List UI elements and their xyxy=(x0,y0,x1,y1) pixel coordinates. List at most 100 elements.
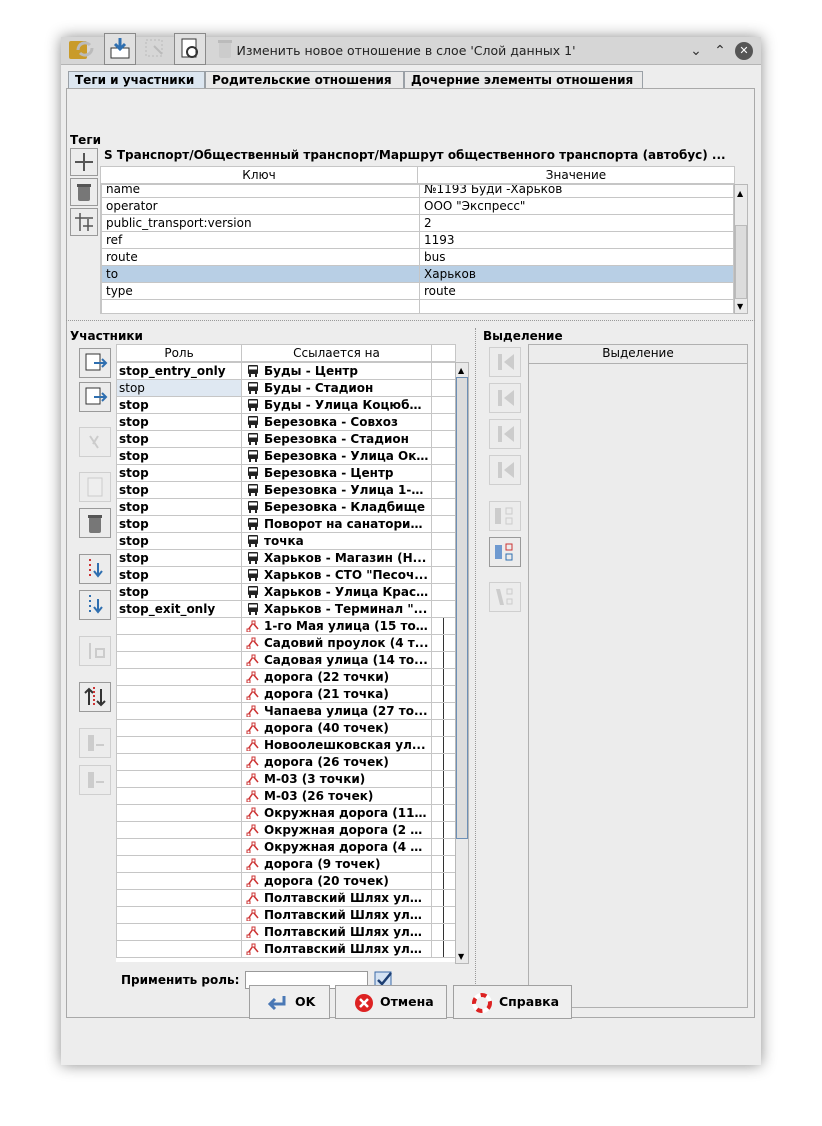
add-at-start-button[interactable] xyxy=(489,347,521,377)
member-role[interactable] xyxy=(116,804,242,822)
sort-button[interactable] xyxy=(79,427,111,457)
tags-scroll-thumb[interactable] xyxy=(735,225,747,299)
member-role[interactable] xyxy=(116,872,242,890)
member-row[interactable]: stop Поворот на санаторий... xyxy=(116,515,455,533)
tag-value[interactable]: 2 xyxy=(419,214,733,232)
members-scrollbar[interactable]: ▲ ▼ xyxy=(455,362,469,964)
tag-value[interactable]: 1193 xyxy=(419,231,733,249)
scroll-down-icon[interactable]: ▼ xyxy=(737,302,743,311)
member-row[interactable]: stop Березовка - Улица Ок... xyxy=(116,447,455,465)
help-button[interactable]: Справка xyxy=(453,985,572,1019)
member-role[interactable]: stop xyxy=(116,481,242,499)
member-reference[interactable]: Харьков - Терминал "... xyxy=(241,600,432,618)
member-reference[interactable]: Новоолешковская ул... xyxy=(241,736,432,754)
member-reference[interactable]: Окружная дорога (4 т... xyxy=(241,838,432,856)
member-row[interactable]: дорога (22 точки) xyxy=(116,668,455,686)
member-role[interactable] xyxy=(116,923,242,941)
member-role[interactable]: stop xyxy=(116,396,242,414)
member-role[interactable] xyxy=(116,736,242,754)
member-reference[interactable]: Березовка - Совхоз xyxy=(241,413,432,431)
member-role[interactable] xyxy=(116,855,242,873)
tag-row[interactable]: ref 1193 xyxy=(101,231,733,249)
add-selected-before-button[interactable] xyxy=(79,728,111,758)
tag-row[interactable]: type route xyxy=(101,282,733,300)
member-reference[interactable]: Чапаева улица (27 то... xyxy=(241,702,432,720)
reverse-order-button[interactable] xyxy=(79,682,111,712)
member-reference[interactable]: Окружная дорога (11 ... xyxy=(241,804,432,822)
move-up-button[interactable] xyxy=(79,348,111,378)
member-reference[interactable]: 1-го Мая улица (15 то... xyxy=(241,617,432,635)
tag-row[interactable]: route bus xyxy=(101,248,733,266)
member-role[interactable]: stop xyxy=(116,413,242,431)
member-role[interactable]: stop xyxy=(116,583,242,601)
delete-relation-button[interactable] xyxy=(209,33,241,65)
tag-key[interactable]: type xyxy=(101,282,420,300)
member-reference[interactable]: дорога (21 точка) xyxy=(241,685,432,703)
member-row[interactable]: Чапаева улица (27 то... xyxy=(116,702,455,720)
member-reference[interactable]: Полтавский Шлях ули... xyxy=(241,889,432,907)
member-role[interactable] xyxy=(116,617,242,635)
tag-row[interactable]: name №1193 Буди -Харьков xyxy=(101,185,733,198)
member-role[interactable] xyxy=(116,838,242,856)
member-role[interactable]: stop xyxy=(116,532,242,550)
tag-value[interactable]: bus xyxy=(419,248,733,266)
member-row[interactable]: stop Березовка - Улица 1-г... xyxy=(116,481,455,499)
member-row[interactable]: stop_exit_only Харьков - Терминал "... xyxy=(116,600,455,618)
member-reference[interactable]: М-03 (26 точек) xyxy=(241,787,432,805)
member-reference[interactable]: дорога (40 точек) xyxy=(241,719,432,737)
member-reference[interactable]: дорога (26 точек) xyxy=(241,753,432,771)
add-before-button[interactable] xyxy=(489,383,521,413)
member-row[interactable]: дорога (9 точек) xyxy=(116,855,455,873)
refresh-button[interactable] xyxy=(69,33,101,65)
member-role[interactable] xyxy=(116,821,242,839)
member-row[interactable]: stop Березовка - Кладбище xyxy=(116,498,455,516)
tag-key[interactable] xyxy=(101,299,420,313)
member-reference[interactable]: точка xyxy=(241,532,432,550)
member-role[interactable]: stop_entry_only xyxy=(116,362,242,380)
minimize-icon[interactable]: ⌄ xyxy=(687,42,705,60)
tag-key[interactable]: route xyxy=(101,248,420,266)
member-row[interactable]: Садовая улица (14 то... xyxy=(116,651,455,669)
member-row[interactable]: дорога (26 точек) xyxy=(116,753,455,771)
member-reference[interactable]: дорога (22 точки) xyxy=(241,668,432,686)
member-role[interactable] xyxy=(116,889,242,907)
member-reference[interactable]: Березовка - Центр xyxy=(241,464,432,482)
member-role[interactable]: stop xyxy=(116,566,242,584)
tab-child-elements[interactable]: Дочерние элементы отношения xyxy=(404,71,643,89)
column-header-value[interactable]: Значение xyxy=(417,166,735,184)
tag-key[interactable]: name xyxy=(101,185,420,198)
add-at-end-button[interactable] xyxy=(489,455,521,485)
select-selected-members-button[interactable] xyxy=(489,537,521,567)
member-row[interactable]: 1-го Мая улица (15 то... xyxy=(116,617,455,635)
members-selection-splitter[interactable] xyxy=(475,328,476,1010)
column-header-key[interactable]: Ключ xyxy=(100,166,418,184)
member-row[interactable]: дорога (40 точек) xyxy=(116,719,455,737)
scroll-down-icon[interactable]: ▼ xyxy=(458,952,464,961)
member-reference[interactable]: Березовка - Улица Ок... xyxy=(241,447,432,465)
member-role[interactable] xyxy=(116,634,242,652)
member-reference[interactable]: Окружная дорога (2 т... xyxy=(241,821,432,839)
member-row[interactable]: Полтавский Шлях ули... xyxy=(116,906,455,924)
member-row[interactable]: stop_entry_only Буды - Центр xyxy=(116,362,455,380)
column-header-refers[interactable]: Ссылается на xyxy=(241,344,432,362)
member-reference[interactable]: Березовка - Улица 1-г... xyxy=(241,481,432,499)
add-tag-button[interactable] xyxy=(70,148,98,176)
member-role[interactable]: stop xyxy=(116,379,242,397)
member-reference[interactable]: дорога (20 точек) xyxy=(241,872,432,890)
tag-row[interactable]: to Харьков xyxy=(101,265,733,283)
close-icon[interactable]: ✕ xyxy=(735,42,753,60)
paste-tags-button[interactable] xyxy=(70,208,98,236)
member-row[interactable]: stop Харьков - Магазин (Н... xyxy=(116,549,455,567)
member-role[interactable] xyxy=(116,770,242,788)
member-role[interactable] xyxy=(116,753,242,771)
member-row[interactable]: М-03 (3 точки) xyxy=(116,770,455,788)
member-reference[interactable]: Харьков - СТО "Песоч... xyxy=(241,566,432,584)
download-incomplete-button[interactable] xyxy=(79,554,111,584)
member-row[interactable]: Окружная дорога (11 ... xyxy=(116,804,455,822)
member-role[interactable] xyxy=(116,651,242,669)
delete-member-button[interactable] xyxy=(79,508,111,538)
tab-tags-members[interactable]: Теги и участники xyxy=(68,71,205,89)
member-row[interactable]: stop точка xyxy=(116,532,455,550)
column-header-role[interactable]: Роль xyxy=(116,344,242,362)
member-row[interactable]: Полтавский Шлях ули... xyxy=(116,889,455,907)
